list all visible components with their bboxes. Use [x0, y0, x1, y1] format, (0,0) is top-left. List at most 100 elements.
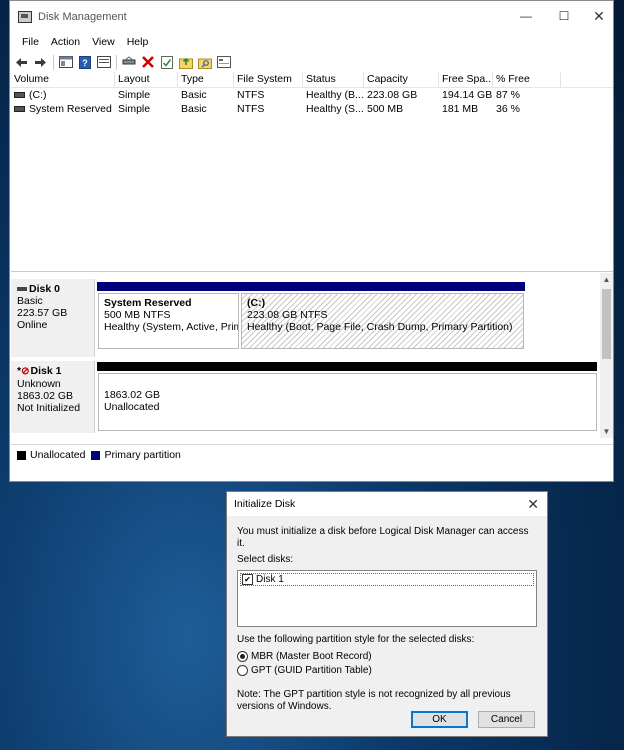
import-folder-icon[interactable] — [178, 55, 193, 70]
cancel-button[interactable]: Cancel — [478, 711, 535, 728]
gpt-radio[interactable] — [237, 664, 248, 676]
disk-item-label: Disk 1 — [256, 574, 284, 585]
column-header-free-space[interactable]: Free Spa... — [439, 72, 493, 87]
partition-size: 500 MB NTFS — [104, 309, 171, 321]
svg-text:?: ? — [82, 58, 88, 68]
disk-type: Unknown — [17, 378, 61, 390]
disk-name: Disk 1 — [30, 365, 62, 377]
maximize-button[interactable]: ☐ — [545, 1, 583, 31]
disk-1-row: *⊘Disk 1 Unknown 1863.02 GB Not Initiali… — [11, 361, 599, 433]
gpt-note: Note: The GPT partition style is not rec… — [237, 689, 511, 712]
gpt-option[interactable]: GPT (GUID Partition Table) — [237, 663, 537, 677]
column-header-type[interactable]: Type — [178, 72, 234, 87]
initialize-disk-dialog: Initialize Disk ✕ You must initialize a … — [226, 491, 548, 737]
disk-error-icon: ⊘ — [21, 366, 30, 377]
ok-button[interactable]: OK — [411, 711, 468, 728]
mbr-label: MBR (Master Boot Record) — [251, 650, 372, 662]
scroll-down-icon[interactable]: ▼ — [600, 425, 613, 438]
title-bar: Disk Management — ☐ ✕ — [10, 1, 613, 33]
partition-name: System Reserved — [104, 297, 192, 309]
partition-system-reserved[interactable]: System Reserved 500 MB NTFS Healthy (Sys… — [98, 293, 239, 349]
column-header-capacity[interactable]: Capacity — [364, 72, 439, 87]
partition-size: 1863.02 GB — [104, 389, 161, 401]
partition-status: Unallocated — [104, 401, 160, 413]
minimize-button[interactable]: — — [507, 1, 545, 31]
scroll-up-icon[interactable]: ▲ — [600, 273, 613, 286]
folder-search-icon[interactable] — [197, 55, 212, 70]
disk-status: Online — [17, 319, 48, 331]
volume-type: Basic — [181, 89, 207, 101]
close-button[interactable]: ✕ — [580, 1, 618, 31]
select-disks-label: Select disks: — [237, 554, 294, 565]
volume-status: Healthy (B... — [306, 89, 364, 101]
volume-row[interactable]: (C:) Simple Basic NTFS Healthy (B... 223… — [11, 88, 613, 102]
back-icon[interactable] — [14, 55, 29, 70]
partition-c-drive[interactable]: (C:) 223.08 GB NTFS Healthy (Boot, Page … — [241, 293, 524, 349]
disk-size: 1863.02 GB — [17, 390, 74, 402]
dialog-title-bar: Initialize Disk ✕ — [227, 492, 547, 516]
menu-file[interactable]: File — [16, 36, 45, 48]
mbr-radio[interactable] — [237, 650, 248, 662]
forward-icon[interactable] — [33, 55, 48, 70]
vertical-scrollbar[interactable]: ▲ ▼ — [600, 273, 613, 438]
partition-status: Healthy (Boot, Page File, Crash Dump, Pr… — [247, 321, 513, 333]
disk-list-item[interactable]: ✔ Disk 1 — [240, 573, 534, 586]
unallocated-swatch — [17, 450, 26, 460]
volume-icon — [14, 106, 25, 113]
volume-layout: Simple — [118, 89, 151, 101]
disk-management-icon — [18, 11, 32, 23]
connect-drive-icon[interactable] — [121, 55, 136, 70]
menu-help[interactable]: Help — [121, 36, 155, 48]
dialog-intro-text: You must initialize a disk before Logica… — [237, 526, 529, 549]
partition-style-label: Use the following partition style for th… — [237, 634, 475, 645]
show-hide-console-tree-icon[interactable] — [58, 55, 73, 70]
volume-capacity: 500 MB — [367, 103, 404, 115]
disk-status: Not Initialized — [17, 402, 81, 414]
disk-1-label[interactable]: *⊘Disk 1 Unknown 1863.02 GB Not Initiali… — [11, 361, 95, 433]
volume-list-header: Volume Layout Type File System Status Ca… — [11, 72, 613, 88]
disk-type: Basic — [17, 295, 43, 307]
column-header-status[interactable]: Status — [303, 72, 364, 87]
legend: Unallocated Primary partition — [11, 444, 613, 465]
mbr-option[interactable]: MBR (Master Boot Record) — [237, 649, 537, 663]
menu-view[interactable]: View — [86, 36, 121, 48]
toolbar: ? — [10, 51, 613, 74]
primary-partition-swatch — [91, 450, 101, 460]
volume-name: System Reserved — [29, 103, 112, 115]
column-header-percent-free[interactable]: % Free — [493, 72, 561, 87]
volume-name: (C:) — [29, 89, 47, 101]
disk-size: 223.57 GB — [17, 307, 68, 319]
menu-bar: File Action View Help — [10, 33, 613, 51]
legend-unallocated: Unallocated — [30, 449, 86, 461]
check-icon[interactable] — [159, 55, 174, 70]
toolbar-separator — [53, 54, 54, 70]
column-header-file-system[interactable]: File System — [234, 72, 303, 87]
dialog-close-icon[interactable]: ✕ — [527, 496, 539, 513]
primary-partition-strip — [97, 282, 525, 291]
disk-listbox[interactable]: ✔ Disk 1 — [237, 570, 537, 627]
settings-window-icon[interactable] — [216, 55, 231, 70]
volume-list: Volume Layout Type File System Status Ca… — [11, 72, 613, 272]
delete-icon[interactable] — [140, 55, 155, 70]
column-header-layout[interactable]: Layout — [115, 72, 178, 87]
partition-unallocated[interactable]: 1863.02 GB Unallocated — [98, 373, 597, 431]
volume-free-space: 181 MB — [442, 103, 479, 115]
volume-percent-free: 36 % — [496, 103, 520, 115]
menu-action[interactable]: Action — [45, 36, 86, 48]
partition-size: 223.08 GB NTFS — [247, 309, 328, 321]
partition-name: (C:) — [247, 297, 266, 309]
unallocated-strip — [97, 362, 597, 371]
disk-checkbox[interactable]: ✔ — [242, 574, 253, 585]
volume-status: Healthy (S... — [306, 103, 364, 115]
help-icon[interactable]: ? — [77, 55, 92, 70]
dialog-title: Initialize Disk — [234, 498, 296, 510]
disk-name: Disk 0 — [29, 283, 60, 295]
toolbar-separator — [116, 54, 117, 70]
volume-row[interactable]: System Reserved Simple Basic NTFS Health… — [11, 102, 613, 116]
properties-icon[interactable] — [96, 55, 111, 70]
scrollbar-thumb[interactable] — [602, 289, 611, 359]
disk-0-label[interactable]: Disk 0 Basic 223.57 GB Online — [11, 279, 95, 357]
volume-capacity: 223.08 GB — [367, 89, 418, 101]
column-header-volume[interactable]: Volume — [11, 72, 115, 87]
volume-icon — [14, 92, 25, 99]
